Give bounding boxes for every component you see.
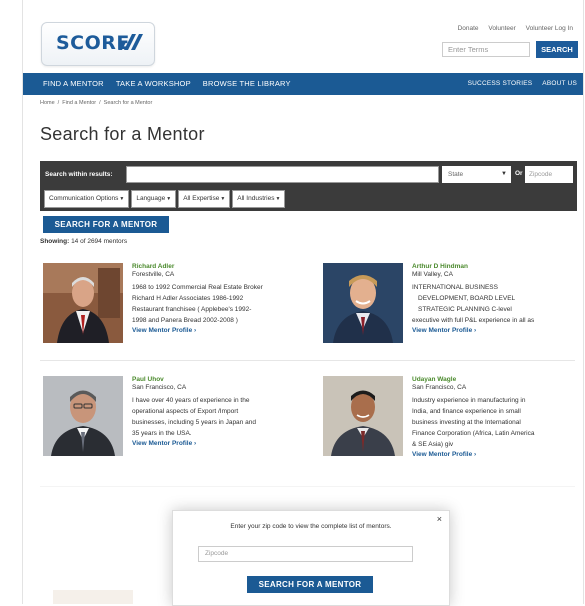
mentor-photo[interactable] — [43, 376, 123, 456]
state-select-value: State — [448, 171, 464, 178]
breadcrumb-home[interactable]: Home — [40, 100, 55, 106]
communication-options-dropdown[interactable]: Communication Options▼ — [44, 190, 130, 208]
results-count-value: 14 of 2694 mentors — [71, 238, 128, 245]
header: SCORE Donate Volunteer Volunteer Log In … — [23, 0, 583, 72]
mentor-photo[interactable] — [43, 263, 123, 343]
language-dropdown[interactable]: Language▼ — [131, 190, 177, 208]
mentor-card: Udayan Wagle San Francisco, CA Industry … — [323, 376, 573, 476]
mentor-info: Udayan Wagle San Francisco, CA Industry … — [412, 376, 549, 460]
chevron-down-icon: ▼ — [501, 171, 507, 177]
nav-find-a-mentor[interactable]: FIND A MENTOR — [43, 73, 104, 95]
state-select[interactable]: State ▼ — [442, 166, 511, 183]
modal-zipcode-input[interactable]: Zipcode — [198, 546, 413, 562]
zipcode-modal: Enter your zip code to view the complete… — [172, 510, 450, 606]
mentor-photo[interactable] — [323, 376, 403, 456]
view-mentor-profile-link[interactable]: View Mentor Profile › — [412, 450, 549, 460]
logo-slash-icon — [118, 34, 143, 50]
mentor-location: San Francisco, CA — [412, 384, 467, 391]
mentor-name[interactable]: Richard Adler — [132, 263, 269, 271]
search-for-mentor-button[interactable]: SEARCH FOR A MENTOR — [43, 216, 169, 233]
score-logo[interactable]: SCORE — [41, 22, 155, 66]
view-mentor-profile-link[interactable]: View Mentor Profile › — [132, 439, 269, 449]
breadcrumb-current: Search for a Mentor — [103, 100, 153, 106]
mentor-card: Paul Uhov San Francisco, CA I have over … — [43, 376, 303, 466]
volunteer-link[interactable]: Volunteer — [488, 25, 515, 32]
breadcrumb: Home / Find a Mentor / Search for a Mentor — [40, 100, 153, 106]
top-links: Donate Volunteer Volunteer Log In — [450, 25, 573, 32]
mentor-location: Mill Valley, CA — [412, 271, 453, 278]
search-within-label: Search within results: — [45, 171, 113, 178]
results-count-label: Showing: — [40, 238, 70, 245]
nav-take-a-workshop[interactable]: TAKE A WORKSHOP — [116, 73, 191, 95]
industries-dropdown[interactable]: All Industries▼ — [232, 190, 286, 208]
mentor-card: Richard Adler Forestville, CA 1968 to 19… — [43, 263, 303, 353]
nav-about-us[interactable]: ABOUT US — [542, 73, 577, 95]
results-count: Showing: 14 of 2694 mentors — [40, 238, 127, 245]
close-icon[interactable]: × — [437, 514, 442, 524]
mentor-description: Industry experience in manufacturing in I… — [412, 397, 535, 448]
filter-dropdowns: Communication Options▼ Language▼ All Exp… — [44, 190, 287, 208]
volunteer-login-link[interactable]: Volunteer Log In — [526, 25, 573, 32]
zipcode-input[interactable]: Zipcode — [525, 166, 573, 183]
mentor-info: Richard Adler Forestville, CA 1968 to 19… — [132, 263, 269, 336]
site-search-input[interactable]: Enter Terms — [442, 42, 530, 57]
filter-bar: Search within results: State ▼ Or Zipcod… — [40, 161, 577, 211]
modal-message: Enter your zip code to view the complete… — [230, 523, 392, 530]
mentor-location: Forestville, CA — [132, 271, 175, 278]
mentor-description: INTERNATIONAL BUSINESS DEVELOPMENT, BOARD… — [412, 284, 535, 324]
modal-search-for-mentor-button[interactable]: SEARCH FOR A MENTOR — [247, 576, 373, 593]
mentor-info: Arthur D Hindman Mill Valley, CA INTERNA… — [412, 263, 549, 336]
mentor-description: 1968 to 1992 Commercial Real Estate Brok… — [132, 284, 263, 324]
mentor-photo[interactable] — [323, 263, 403, 343]
expertise-dropdown[interactable]: All Expertise▼ — [178, 190, 231, 208]
main-nav: FIND A MENTOR TAKE A WORKSHOP BROWSE THE… — [23, 73, 583, 95]
site-search-button[interactable]: SEARCH — [536, 41, 578, 58]
mentor-name[interactable]: Arthur D Hindman — [412, 263, 549, 271]
view-mentor-profile-link[interactable]: View Mentor Profile › — [412, 326, 549, 336]
mentor-location: San Francisco, CA — [132, 384, 187, 391]
mentor-name[interactable]: Paul Uhov — [132, 376, 269, 384]
chevron-down-icon: ▼ — [119, 196, 125, 202]
chevron-down-icon: ▼ — [220, 196, 226, 202]
nav-success-stories[interactable]: SUCCESS STORIES — [468, 73, 533, 95]
donate-link[interactable]: Donate — [458, 25, 479, 32]
mentor-name[interactable]: Udayan Wagle — [412, 376, 549, 384]
chevron-down-icon: ▼ — [166, 196, 172, 202]
chevron-down-icon: ▼ — [275, 196, 281, 202]
divider — [40, 360, 575, 361]
nav-browse-library[interactable]: BROWSE THE LIBRARY — [203, 73, 291, 95]
mentor-info: Paul Uhov San Francisco, CA I have over … — [132, 376, 269, 449]
mentor-description: I have over 40 years of experience in th… — [132, 397, 256, 437]
or-label: Or — [515, 170, 523, 177]
page: SCORE Donate Volunteer Volunteer Log In … — [22, 0, 584, 606]
breadcrumb-find-a-mentor[interactable]: Find a Mentor — [62, 100, 96, 106]
view-mentor-profile-link[interactable]: View Mentor Profile › — [132, 326, 269, 336]
page-title: Search for a Mentor — [40, 124, 205, 144]
mentor-card: Arthur D Hindman Mill Valley, CA INTERNA… — [323, 263, 573, 353]
search-within-input[interactable] — [126, 166, 439, 183]
